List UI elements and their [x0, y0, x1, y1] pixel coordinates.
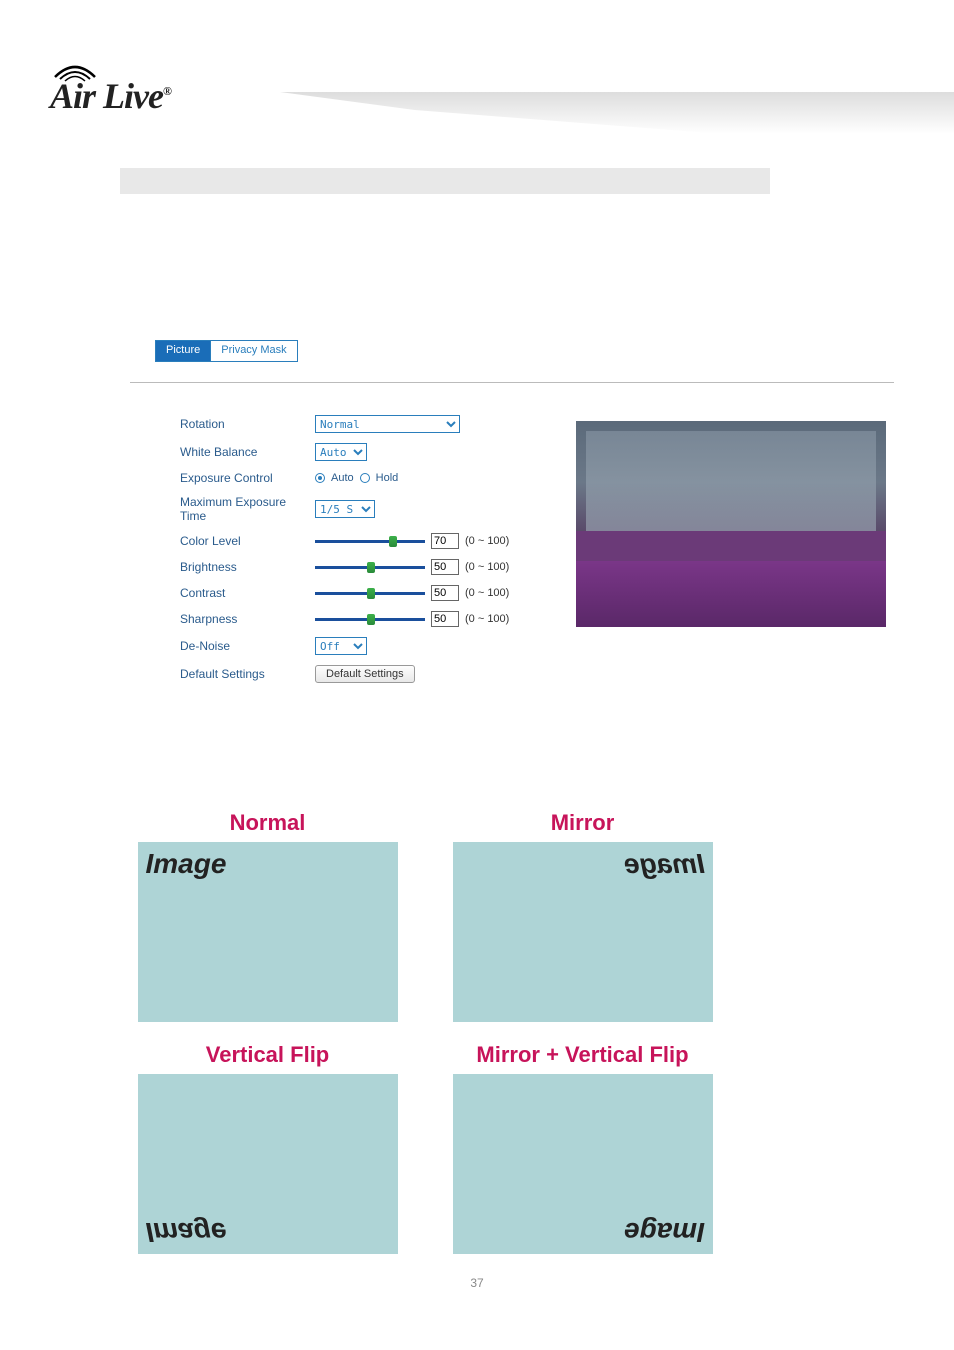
slider-brightness[interactable] — [315, 560, 425, 574]
tabs-divider — [130, 382, 894, 383]
tab-bar: Picture Privacy Mask — [155, 340, 298, 362]
row-brightness: Brightness (0 ~ 100) — [180, 559, 550, 575]
row-denoise: De-Noise Off — [180, 637, 550, 655]
label-contrast: Contrast — [180, 586, 315, 600]
slider-sharpness[interactable] — [315, 612, 425, 626]
diagram-mvflip: Mirror + Vertical Flip Image — [445, 1042, 720, 1254]
radio-exposure-auto[interactable] — [315, 473, 325, 483]
title-vflip: Vertical Flip — [130, 1042, 405, 1068]
range-brightness: (0 ~ 100) — [465, 561, 509, 573]
default-settings-button[interactable]: Default Settings — [315, 665, 415, 683]
word-mvflip: Image — [624, 1216, 705, 1248]
rotation-diagrams: Normal Image Mirror Image Vertical Flip … — [130, 810, 720, 1254]
word-mirror: Image — [624, 848, 705, 880]
select-max-exposure[interactable]: 1/5 S — [315, 500, 375, 518]
title-mvflip: Mirror + Vertical Flip — [445, 1042, 720, 1068]
input-sharpness[interactable] — [431, 611, 459, 627]
diagram-normal: Normal Image — [130, 810, 405, 1022]
select-rotation[interactable]: Normal — [315, 415, 460, 433]
logo-text: Air Live® — [50, 75, 171, 117]
word-normal: Image — [146, 848, 227, 880]
row-rotation: Rotation Normal — [180, 415, 550, 433]
row-white-balance: White Balance Auto — [180, 443, 550, 461]
label-rotation: Rotation — [180, 417, 315, 431]
radio-exposure-hold[interactable] — [360, 473, 370, 483]
label-denoise: De-Noise — [180, 639, 315, 653]
tab-picture[interactable]: Picture — [156, 341, 211, 361]
label-sharpness: Sharpness — [180, 612, 315, 626]
picture-settings: Rotation Normal White Balance Auto Expos… — [180, 415, 550, 693]
input-brightness[interactable] — [431, 559, 459, 575]
range-contrast: (0 ~ 100) — [465, 587, 509, 599]
row-default: Default Settings Default Settings — [180, 665, 550, 683]
title-normal: Normal — [130, 810, 405, 836]
row-color-level: Color Level (0 ~ 100) — [180, 533, 550, 549]
radio-label-auto: Auto — [331, 472, 354, 484]
row-sharpness: Sharpness (0 ~ 100) — [180, 611, 550, 627]
label-brightness: Brightness — [180, 560, 315, 574]
label-max-exposure: Maximum Exposure Time — [180, 495, 315, 523]
row-exposure-control: Exposure Control Auto Hold — [180, 471, 550, 485]
label-exposure-control: Exposure Control — [180, 471, 315, 485]
page-number: 37 — [0, 1276, 954, 1290]
header-gray-bar — [120, 168, 770, 194]
select-white-balance[interactable]: Auto — [315, 443, 367, 461]
title-mirror: Mirror — [445, 810, 720, 836]
label-color-level: Color Level — [180, 534, 315, 548]
brand-logo: Air Live® — [50, 55, 260, 115]
slider-contrast[interactable] — [315, 586, 425, 600]
radio-label-hold: Hold — [376, 472, 399, 484]
word-vflip: Image — [146, 1216, 227, 1248]
input-contrast[interactable] — [431, 585, 459, 601]
header-swoosh — [280, 92, 954, 152]
slider-color-level[interactable] — [315, 534, 425, 548]
tab-privacy-mask[interactable]: Privacy Mask — [211, 341, 296, 361]
diagram-vflip: Vertical Flip Image — [130, 1042, 405, 1254]
range-sharpness: (0 ~ 100) — [465, 613, 509, 625]
label-default: Default Settings — [180, 667, 315, 681]
select-denoise[interactable]: Off — [315, 637, 367, 655]
video-preview — [576, 421, 886, 627]
diagram-mirror: Mirror Image — [445, 810, 720, 1022]
label-white-balance: White Balance — [180, 445, 315, 459]
row-max-exposure: Maximum Exposure Time 1/5 S — [180, 495, 550, 523]
input-color-level[interactable] — [431, 533, 459, 549]
row-contrast: Contrast (0 ~ 100) — [180, 585, 550, 601]
range-color-level: (0 ~ 100) — [465, 535, 509, 547]
